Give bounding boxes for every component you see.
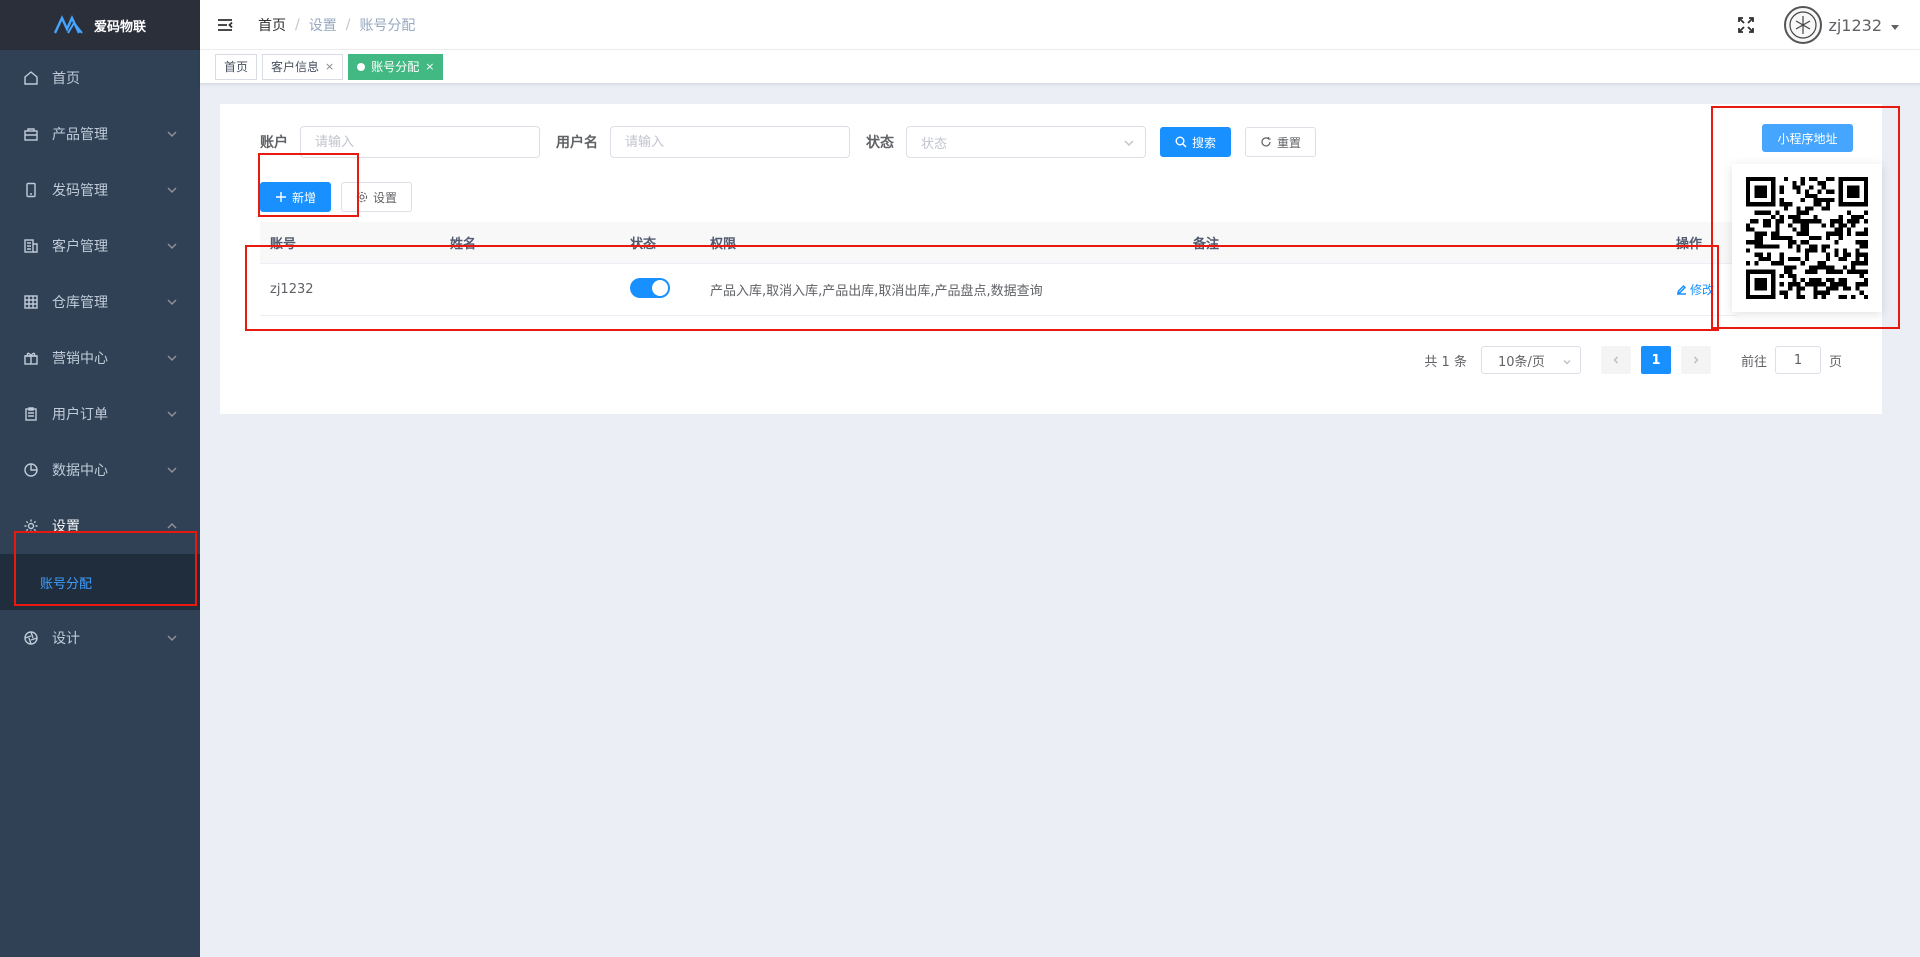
search-button-label: 搜索 (1192, 135, 1217, 150)
reset-button-label: 重置 (1277, 135, 1302, 150)
close-icon[interactable]: × (325, 55, 334, 79)
sidebar-item-label: 仓库管理 (52, 295, 108, 311)
status-label: 状态 (866, 135, 894, 151)
caret-down-icon[interactable] (1890, 20, 1900, 30)
status-select[interactable]: 状态 (906, 126, 1146, 158)
page-size-value: 10条/页 (1497, 354, 1545, 370)
goto-page-input[interactable]: 1 (1774, 346, 1821, 374)
building-icon (22, 237, 40, 255)
chevron-down-icon (166, 632, 178, 644)
active-dot-icon (357, 62, 366, 71)
sidebar-item-home[interactable]: 首页 (0, 50, 200, 106)
annotation-box-mini-program (1711, 106, 1900, 329)
tag-label: 账号分配 (371, 59, 420, 74)
tag-home[interactable]: 首页 (215, 53, 258, 80)
search-icon (1175, 136, 1187, 148)
tag-label: 首页 (224, 59, 249, 74)
annotation-box-sidebar-settings (14, 531, 197, 606)
sidebar-item-label: 营销中心 (52, 351, 108, 367)
clipboard-icon (22, 405, 40, 423)
chevron-down-icon (166, 352, 178, 364)
chevron-down-icon (1123, 137, 1135, 149)
navbar-right: zj1232 (1736, 0, 1900, 50)
sidebar-item-label: 首页 (52, 71, 80, 87)
pie-icon (22, 461, 40, 479)
tag-account-allocation[interactable]: 账号分配 × (348, 53, 444, 80)
navbar: 首页 / 设置 / 账号分配 zj1232 (200, 0, 1920, 50)
username-label: 用户名 (556, 135, 598, 151)
pagination-total: 共 1 条 (1424, 354, 1467, 370)
prev-page-button[interactable] (1600, 346, 1631, 374)
sidebar-item-label: 产品管理 (52, 127, 108, 143)
search-form: 账户 用户名 状态 状态 搜索 重置 (260, 126, 1317, 158)
bag-icon (22, 125, 40, 143)
pagination: 共 1 条 10条/页 1 前往 1 页 (1424, 346, 1842, 374)
chevron-down-icon (166, 184, 178, 196)
chevron-down-icon (166, 128, 178, 140)
close-icon[interactable]: × (425, 55, 434, 79)
account-label: 账户 (260, 135, 288, 151)
refresh-icon (1261, 137, 1271, 147)
page-number-button[interactable]: 1 (1640, 346, 1671, 374)
aperture-icon (22, 629, 40, 647)
username[interactable]: zj1232 (1828, 16, 1882, 35)
annotation-box-row (245, 245, 1719, 331)
sidebar-item-label: 客户管理 (52, 239, 108, 255)
home-icon (22, 69, 40, 87)
chevron-down-icon (166, 408, 178, 420)
page-size-select[interactable]: 10条/页 (1480, 346, 1581, 374)
sidebar-item-label: 数据中心 (52, 463, 108, 479)
reset-button[interactable]: 重置 (1245, 127, 1317, 157)
sidebar-item-design[interactable]: 设计 (0, 610, 200, 666)
sidebar-item-label: 用户订单 (52, 407, 108, 423)
sidebar-item-orders[interactable]: 用户订单 (0, 386, 200, 442)
chevron-down-icon (166, 464, 178, 476)
logo-icon (53, 15, 84, 35)
sidebar-item-customer[interactable]: 客户管理 (0, 218, 200, 274)
search-button[interactable]: 搜索 (1160, 127, 1232, 157)
sidebar-item-data[interactable]: 数据中心 (0, 442, 200, 498)
breadcrumb-settings: 设置 (308, 17, 337, 34)
breadcrumb-separator: / (295, 16, 300, 33)
gift-icon (22, 349, 40, 367)
breadcrumb-separator: / (345, 16, 351, 33)
fullscreen-icon[interactable] (1736, 15, 1756, 35)
username-input[interactable] (610, 126, 850, 158)
logo[interactable]: 爱码物联 (0, 0, 200, 50)
sidebar-item-code[interactable]: 发码管理 (0, 162, 200, 218)
grid-icon (22, 293, 40, 311)
phone-icon (22, 181, 40, 199)
page-jumper: 前往 1 页 (1741, 346, 1842, 374)
tag-label: 客户信息 (271, 59, 320, 74)
annotation-box-add (258, 153, 359, 217)
tag-customer-info[interactable]: 客户信息 × (262, 53, 344, 80)
app-name: 爱码物联 (93, 19, 146, 35)
chevron-down-icon (166, 240, 178, 252)
next-page-button[interactable] (1680, 346, 1711, 374)
breadcrumb: 首页 / 设置 / 账号分配 (258, 15, 415, 35)
sidebar-item-label: 设计 (52, 631, 80, 647)
breadcrumb-home[interactable]: 首页 (258, 15, 286, 35)
sidebar-item-label: 发码管理 (52, 183, 108, 199)
sidebar-item-warehouse[interactable]: 仓库管理 (0, 274, 200, 330)
chevron-down-icon (166, 296, 178, 308)
chevron-down-icon (1562, 356, 1572, 366)
chevron-right-icon (1693, 356, 1699, 364)
goto-label: 前往 (1740, 354, 1767, 370)
status-select-placeholder: 状态 (921, 136, 948, 152)
chevron-left-icon (1613, 356, 1619, 364)
sidebar: 爱码物联 首页 产品管理 发码管理 客户管理 仓库管理 营销中心 用户订单 数据… (0, 0, 200, 957)
breadcrumb-current: 账号分配 (359, 17, 416, 34)
page-suffix: 页 (1828, 354, 1842, 370)
sidebar-item-product[interactable]: 产品管理 (0, 106, 200, 162)
sidebar-item-marketing[interactable]: 营销中心 (0, 330, 200, 386)
settings-button-label: 设置 (373, 190, 398, 205)
avatar[interactable] (1784, 6, 1823, 44)
menu-toggle-icon[interactable] (216, 16, 234, 34)
tags-view: 首页 客户信息 × 账号分配 × (200, 50, 1920, 84)
